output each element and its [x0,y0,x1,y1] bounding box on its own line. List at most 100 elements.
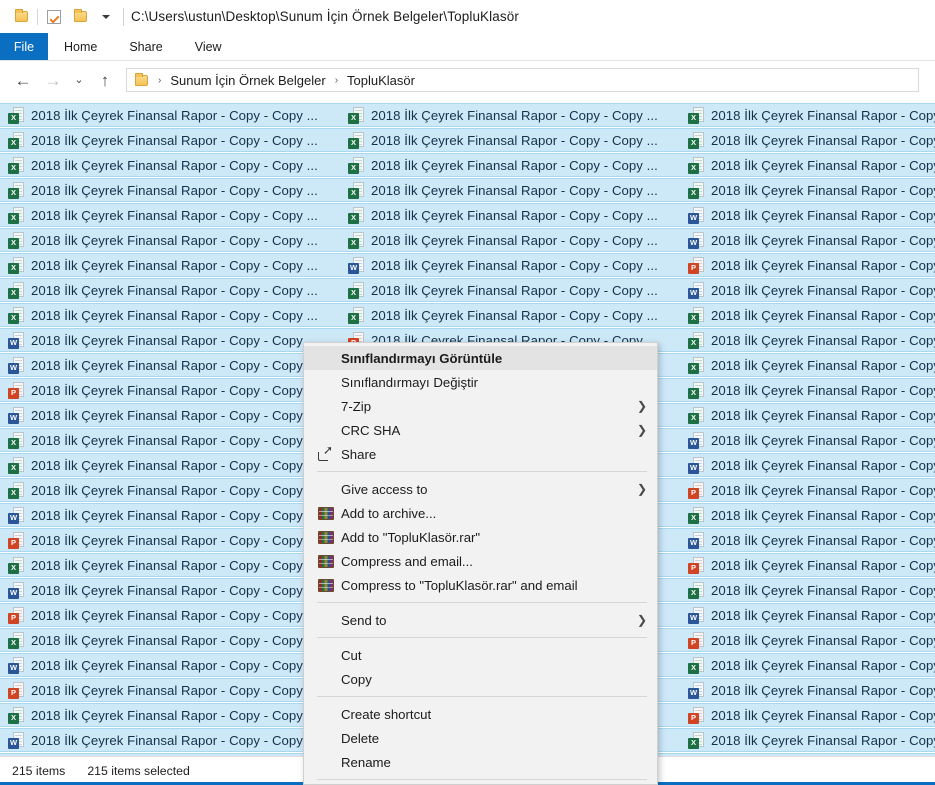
file-list-item[interactable]: W 2018 İlk Çeyrek Finansal Rapor - Copy [680,678,935,702]
file-list-item[interactable]: W 2018 İlk Çeyrek Finansal Rapor - Copy [680,228,935,252]
file-list-item[interactable]: X 2018 İlk Çeyrek Finansal Rapor - Copy -… [340,278,680,302]
menu-item-compress-and-email[interactable]: Compress and email... [304,549,657,573]
file-list-item[interactable]: X 2018 İlk Çeyrek Finansal Rapor - Copy -… [0,103,340,127]
file-list-item[interactable]: X 2018 İlk Çeyrek Finansal Rapor - Copy [680,578,935,602]
file-list-item[interactable]: X 2018 İlk Çeyrek Finansal Rapor - Copy -… [0,128,340,152]
file-list-item[interactable]: X 2018 İlk Çeyrek Finansal Rapor - Copy [680,353,935,377]
file-list-item[interactable]: W 2018 İlk Çeyrek Finansal Rapor - Copy [680,528,935,552]
file-list-item[interactable]: X 2018 İlk Çeyrek Finansal Rapor - Copy [680,503,935,527]
file-list-item[interactable]: X 2018 İlk Çeyrek Finansal Rapor - Copy -… [0,153,340,177]
menu-item-s-n-fland-rmay-de-i-tir[interactable]: Sınıflandırmayı Değiştir [304,370,657,394]
file-list-item[interactable]: X 2018 İlk Çeyrek Finansal Rapor - Copy -… [0,628,340,652]
file-list-item[interactable]: P 2018 İlk Çeyrek Finansal Rapor - Copy -… [0,603,340,627]
file-list-item[interactable]: X 2018 İlk Çeyrek Finansal Rapor - Copy [680,328,935,352]
file-list-item[interactable]: X 2018 İlk Çeyrek Finansal Rapor - Copy -… [0,703,340,727]
file-list-item[interactable]: P 2018 İlk Çeyrek Finansal Rapor - Copy -… [0,528,340,552]
file-list-item[interactable]: X 2018 İlk Çeyrek Finansal Rapor - Copy [680,128,935,152]
file-list-item[interactable]: P 2018 İlk Çeyrek Finansal Rapor - Copy [680,253,935,277]
tab-view[interactable]: View [179,33,238,60]
file-list-item[interactable]: X 2018 İlk Çeyrek Finansal Rapor - Copy -… [0,428,340,452]
file-name-label: 2018 İlk Çeyrek Finansal Rapor - Copy [711,432,935,448]
file-list-item[interactable]: W 2018 İlk Çeyrek Finansal Rapor - Copy -… [0,403,340,427]
file-list-item[interactable]: W 2018 İlk Çeyrek Finansal Rapor - Copy [680,278,935,302]
file-list-item[interactable]: X 2018 İlk Çeyrek Finansal Rapor - Copy -… [340,153,680,177]
xlsx-file-icon: X [348,181,364,199]
file-list-item[interactable]: X 2018 İlk Çeyrek Finansal Rapor - Copy -… [0,278,340,302]
menu-item-cut[interactable]: Cut [304,643,657,667]
menu-item-copy[interactable]: Copy [304,667,657,691]
file-list-item[interactable]: X 2018 İlk Çeyrek Finansal Rapor - Copy -… [0,453,340,477]
file-list-item[interactable]: X 2018 İlk Çeyrek Finansal Rapor - Copy -… [0,303,340,327]
file-list-item[interactable]: W 2018 İlk Çeyrek Finansal Rapor - Copy [680,428,935,452]
new-folder-icon[interactable] [67,5,93,29]
file-list-item[interactable]: W 2018 İlk Çeyrek Finansal Rapor - Copy -… [0,353,340,377]
file-list-item[interactable]: W 2018 İlk Çeyrek Finansal Rapor - Copy -… [0,728,340,752]
file-list-item[interactable]: X 2018 İlk Çeyrek Finansal Rapor - Copy [680,403,935,427]
menu-item-rename[interactable]: Rename [304,750,657,774]
file-list-item[interactable]: X 2018 İlk Çeyrek Finansal Rapor - Copy -… [340,228,680,252]
tab-share[interactable]: Share [113,33,178,60]
file-list-item[interactable]: P 2018 İlk Çeyrek Finansal Rapor - Copy [680,478,935,502]
menu-item-send-to[interactable]: Send to ❯ [304,608,657,632]
file-list-item[interactable]: X 2018 İlk Çeyrek Finansal Rapor - Copy [680,653,935,677]
properties-icon[interactable] [41,5,67,29]
breadcrumb[interactable]: › Sunum İçin Örnek Belgeler › TopluKlasö… [126,68,919,92]
menu-item-share[interactable]: Share [304,442,657,466]
file-list-item[interactable]: W 2018 İlk Çeyrek Finansal Rapor - Copy -… [0,653,340,677]
file-list-item[interactable]: X 2018 İlk Çeyrek Finansal Rapor - Copy [680,728,935,752]
breadcrumb-item-0[interactable]: Sunum İçin Örnek Belgeler [167,73,328,88]
file-list-item[interactable]: P 2018 İlk Çeyrek Finansal Rapor - Copy [680,628,935,652]
file-list-item[interactable]: X 2018 İlk Çeyrek Finansal Rapor - Copy [680,103,935,127]
file-name-label: 2018 İlk Çeyrek Finansal Rapor - Copy [711,207,935,223]
file-list-item[interactable]: X 2018 İlk Çeyrek Finansal Rapor - Copy -… [340,103,680,127]
breadcrumb-item-1[interactable]: TopluKlasör [344,73,418,88]
file-list-item[interactable]: X 2018 İlk Çeyrek Finansal Rapor - Copy [680,153,935,177]
file-list-item[interactable]: X 2018 İlk Çeyrek Finansal Rapor - Copy -… [0,253,340,277]
file-list-item[interactable]: X 2018 İlk Çeyrek Finansal Rapor - Copy -… [0,203,340,227]
file-list-item[interactable]: X 2018 İlk Çeyrek Finansal Rapor - Copy -… [0,228,340,252]
folder-icon[interactable] [8,5,34,29]
file-list-item[interactable]: P 2018 İlk Çeyrek Finansal Rapor - Copy [680,703,935,727]
file-list-item[interactable]: W 2018 İlk Çeyrek Finansal Rapor - Copy -… [340,253,680,277]
customize-qat-caret-icon[interactable] [93,5,119,29]
up-button[interactable]: ↑ [90,65,120,95]
file-name-label: 2018 İlk Çeyrek Finansal Rapor - Copy [711,182,935,198]
back-button[interactable]: ← [8,65,38,95]
file-list-item[interactable]: W 2018 İlk Çeyrek Finansal Rapor - Copy -… [0,503,340,527]
file-list-item[interactable]: X 2018 İlk Çeyrek Finansal Rapor - Copy -… [340,303,680,327]
file-list-item[interactable]: P 2018 İlk Çeyrek Finansal Rapor - Copy [680,553,935,577]
file-list-item[interactable]: P 2018 İlk Çeyrek Finansal Rapor - Copy -… [0,678,340,702]
menu-item-7-zip[interactable]: 7-Zip ❯ [304,394,657,418]
file-list-item[interactable]: X 2018 İlk Çeyrek Finansal Rapor - Copy -… [340,203,680,227]
file-list-item[interactable]: X 2018 İlk Çeyrek Finansal Rapor - Copy -… [0,478,340,502]
menu-item-add-to-topluklas-r-rar[interactable]: Add to "TopluKlasör.rar" [304,525,657,549]
file-list-item[interactable]: P 2018 İlk Çeyrek Finansal Rapor - Copy -… [0,378,340,402]
menu-item-create-shortcut[interactable]: Create shortcut [304,702,657,726]
menu-item-delete[interactable]: Delete [304,726,657,750]
file-list-item[interactable]: W 2018 İlk Çeyrek Finansal Rapor - Copy -… [0,578,340,602]
context-menu[interactable]: Sınıflandırmayı Görüntüle Sınıflandırmayı… [303,342,658,785]
menu-item-s-n-fland-rmay-g-r-nt-le[interactable]: Sınıflandırmayı Görüntüle [304,346,657,370]
file-list-item[interactable]: X 2018 İlk Çeyrek Finansal Rapor - Copy -… [0,178,340,202]
file-name-label: 2018 İlk Çeyrek Finansal Rapor - Copy - … [31,732,303,748]
menu-item-give-access-to[interactable]: Give access to ❯ [304,477,657,501]
xlsx-file-icon: X [8,631,24,649]
file-list-item[interactable]: X 2018 İlk Çeyrek Finansal Rapor - Copy -… [0,553,340,577]
file-list-item[interactable]: X 2018 İlk Çeyrek Finansal Rapor - Copy -… [340,178,680,202]
tab-home[interactable]: Home [48,33,113,60]
recent-locations-button[interactable]: ⌄ [68,65,90,95]
menu-item-compress-to-topluklas-r-rar-and-email[interactable]: Compress to "TopluKlasör.rar" and email [304,573,657,597]
forward-button[interactable]: → [38,65,68,95]
tab-file[interactable]: File [0,33,48,60]
menu-item-crc-sha[interactable]: CRC SHA ❯ [304,418,657,442]
file-list-item[interactable]: X 2018 İlk Çeyrek Finansal Rapor - Copy [680,303,935,327]
file-list-item[interactable]: W 2018 İlk Çeyrek Finansal Rapor - Copy [680,453,935,477]
file-list-item[interactable]: W 2018 İlk Çeyrek Finansal Rapor - Copy -… [0,328,340,352]
file-list-item[interactable]: W 2018 İlk Çeyrek Finansal Rapor - Copy [680,203,935,227]
file-list-item[interactable]: W 2018 İlk Çeyrek Finansal Rapor - Copy [680,603,935,627]
menu-item-add-to-archive[interactable]: Add to archive... [304,501,657,525]
file-name-label: 2018 İlk Çeyrek Finansal Rapor - Copy - … [371,257,658,273]
file-list-item[interactable]: X 2018 İlk Çeyrek Finansal Rapor - Copy [680,178,935,202]
file-list-item[interactable]: X 2018 İlk Çeyrek Finansal Rapor - Copy [680,378,935,402]
file-list-item[interactable]: X 2018 İlk Çeyrek Finansal Rapor - Copy -… [340,128,680,152]
